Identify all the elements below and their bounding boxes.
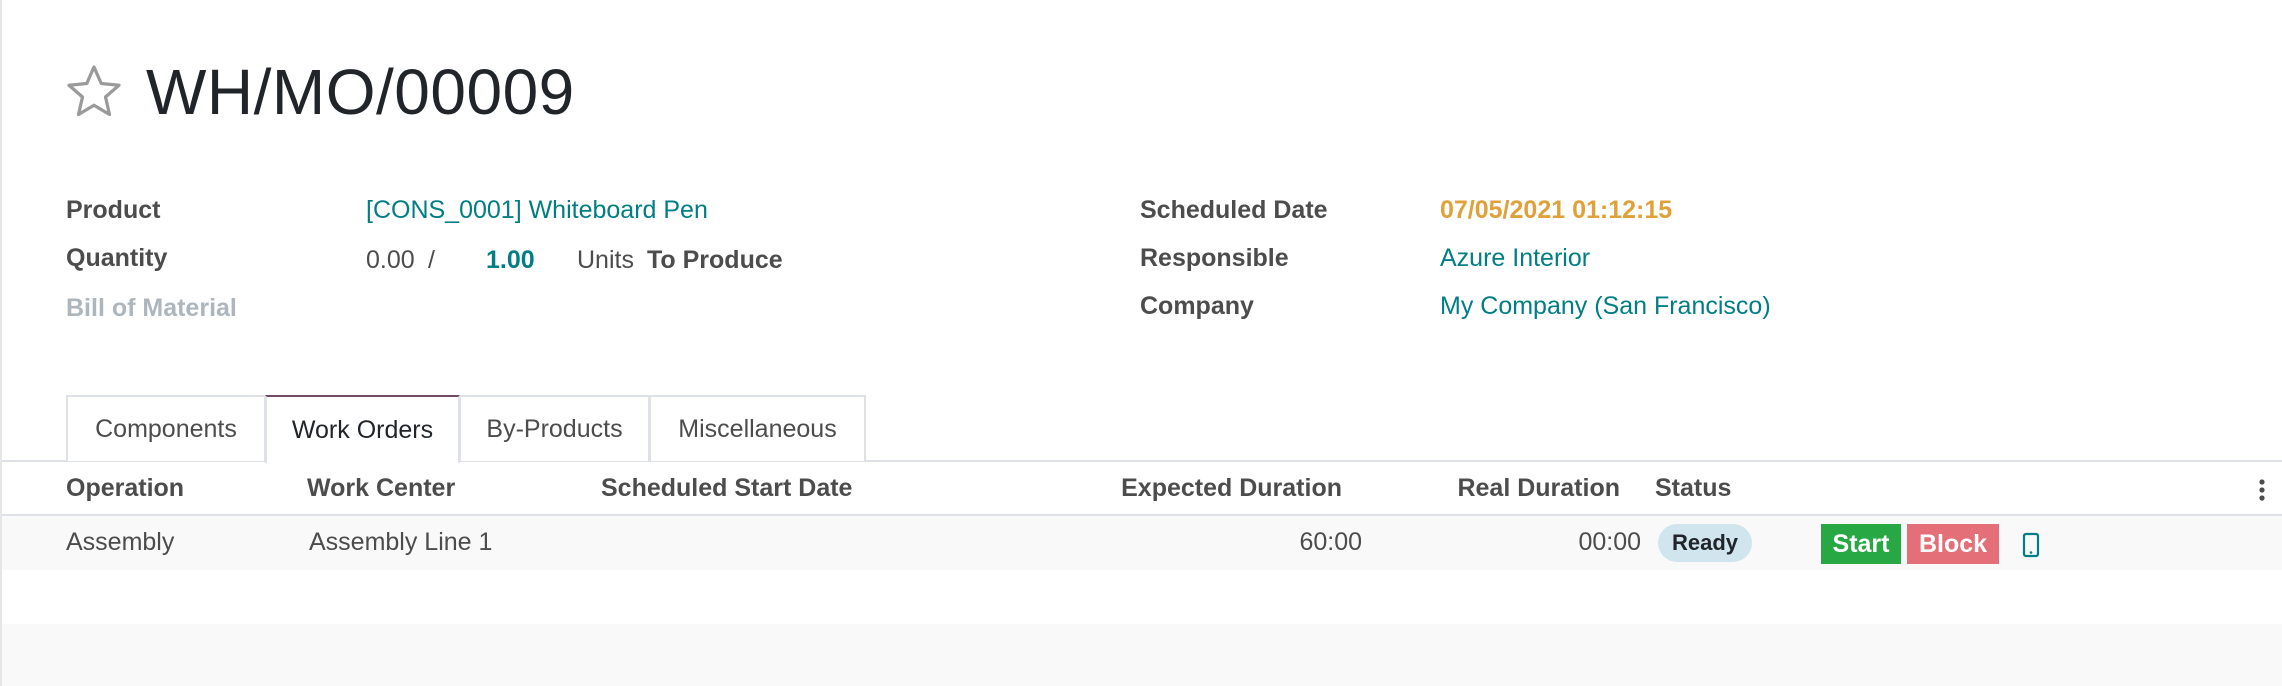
tab-by-products[interactable]: By-Products	[459, 395, 650, 461]
scheduled-date-value[interactable]: 07/05/2021 01:12:15	[1440, 196, 1672, 225]
col-scheduled-start[interactable]: Scheduled Start Date	[601, 474, 852, 503]
quantity-label: Quantity	[66, 244, 168, 272]
cell-real-duration: 00:00	[1578, 528, 1641, 556]
table-empty-row	[2, 624, 2282, 686]
status-badge: Ready	[1658, 524, 1752, 562]
tab-work-orders[interactable]: Work Orders	[265, 395, 460, 463]
quantity-uom[interactable]: Units	[577, 246, 634, 275]
cell-operation: Assembly	[66, 528, 175, 556]
tablet-icon[interactable]	[2020, 532, 2042, 558]
product-link[interactable]: [CONS_0001] Whiteboard Pen	[366, 196, 708, 225]
bom-label: Bill of Material	[66, 294, 237, 322]
col-operation[interactable]: Operation	[66, 474, 184, 503]
table-empty-row	[2, 570, 2282, 624]
company-link[interactable]: My Company (San Francisco)	[1440, 292, 1771, 321]
company-label: Company	[1140, 292, 1254, 320]
cell-work-center: Assembly Line 1	[309, 528, 493, 556]
cell-expected-duration: 60:00	[1299, 528, 1362, 556]
scheduled-date-label: Scheduled Date	[1140, 196, 1328, 224]
title-row: WH/MO/00009	[64, 52, 575, 132]
quantity-suffix: To Produce	[647, 246, 783, 274]
tab-miscellaneous[interactable]: Miscellaneous	[649, 395, 866, 461]
quantity-to-produce[interactable]: 1.00	[486, 246, 535, 275]
quantity-separator: /	[428, 246, 435, 274]
record-title: WH/MO/00009	[146, 56, 575, 128]
col-status[interactable]: Status	[1655, 474, 1731, 503]
quantity-produced: 0.00	[366, 246, 415, 274]
star-outline-icon[interactable]	[64, 62, 124, 122]
col-work-center[interactable]: Work Center	[307, 474, 455, 503]
product-label: Product	[66, 196, 161, 224]
start-button[interactable]: Start	[1821, 524, 1901, 564]
tab-components[interactable]: Components	[66, 395, 266, 461]
block-button[interactable]: Block	[1907, 524, 1999, 564]
responsible-link[interactable]: Azure Interior	[1440, 244, 1590, 273]
responsible-label: Responsible	[1140, 244, 1289, 272]
col-real-duration[interactable]: Real Duration	[1420, 474, 1620, 503]
kebab-menu-icon[interactable]	[2258, 478, 2266, 502]
col-expected-duration[interactable]: Expected Duration	[1100, 474, 1342, 503]
